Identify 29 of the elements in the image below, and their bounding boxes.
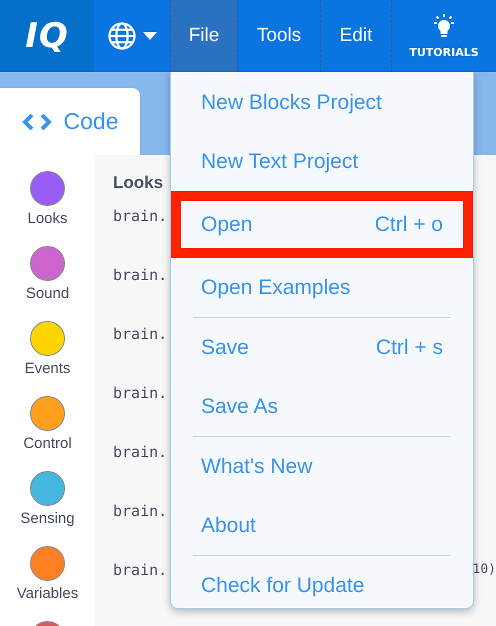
shortcut-label: Ctrl + o <box>374 212 443 236</box>
category-label[interactable]: Looks <box>27 210 68 227</box>
caret-icon <box>143 32 157 40</box>
category-label[interactable]: Variables <box>16 585 78 602</box>
logo: IQ <box>0 0 94 72</box>
shortcut-label: Ctrl + s <box>376 336 443 360</box>
category-dot[interactable] <box>30 246 65 281</box>
category-label[interactable]: Sound <box>26 285 70 302</box>
code-line[interactable]: brain. <box>113 561 168 579</box>
code-line[interactable]: brain. <box>113 266 168 284</box>
category-label[interactable]: Events <box>24 360 70 377</box>
globe-icon <box>107 21 137 51</box>
code-line[interactable]: 10) <box>472 562 496 577</box>
category-label[interactable]: Control <box>23 435 72 452</box>
category-dot[interactable] <box>30 471 65 506</box>
lightbulb-icon <box>432 14 456 40</box>
code-icon <box>22 112 52 132</box>
code-line[interactable]: brain. <box>113 325 168 343</box>
menu-tab[interactable]: File <box>170 0 237 72</box>
category-dot[interactable] <box>30 321 65 356</box>
code-line[interactable]: brain. <box>113 384 168 402</box>
category-dot[interactable] <box>30 396 65 431</box>
code-line[interactable]: brain. <box>113 502 168 520</box>
section-heading: Looks <box>113 173 164 193</box>
code-line[interactable]: brain. <box>113 443 168 461</box>
code-line[interactable]: brain. <box>113 207 168 225</box>
category-dot[interactable] <box>30 171 65 206</box>
category-dot[interactable] <box>30 546 65 581</box>
category-label[interactable]: Sensing <box>20 510 75 527</box>
